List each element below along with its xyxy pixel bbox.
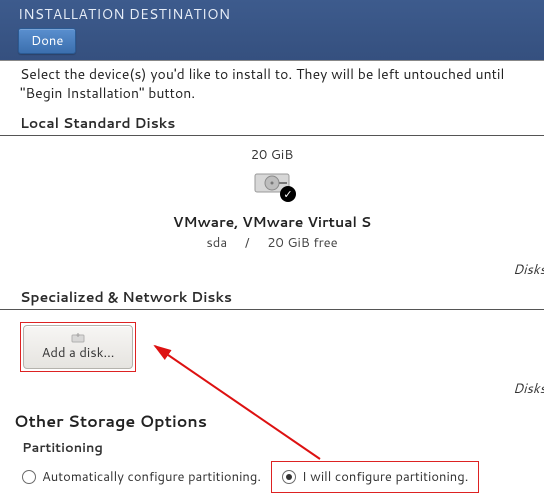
intro-text: Select the device(s) you'd like to insta…	[0, 61, 544, 109]
local-disks-area: 20 GiB VMware, VMware Virtual S sda / 20…	[0, 142, 544, 253]
done-button[interactable]: Done	[18, 28, 76, 54]
disk-item[interactable]: 20 GiB VMware, VMware Virtual S sda / 20…	[162, 146, 382, 252]
radio-manual-partition[interactable]: I will configure partitioning.	[282, 468, 468, 486]
oso-title: Other Storage Options	[14, 410, 526, 433]
page-title: INSTALLATION DESTINATION	[18, 4, 526, 24]
selected-check-icon	[280, 186, 296, 202]
header-bar: INSTALLATION DESTINATION Done	[0, 0, 544, 60]
radio-icon	[22, 470, 36, 484]
intro-line1: Select the device(s) you'd like to insta…	[20, 64, 504, 84]
hard-disk-icon	[252, 168, 292, 198]
partitioning-title: Partitioning	[14, 439, 526, 457]
disk-size: 20 GiB	[162, 146, 382, 164]
network-disks-heading: Specialized & Network Disks	[0, 283, 544, 310]
radio-auto-label: Automatically configure partitioning.	[42, 468, 261, 486]
highlight-manual-partition: I will configure partitioning.	[271, 461, 479, 493]
extra-space-row: I would like to make additional space av…	[14, 493, 526, 500]
network-disks-note: Disks	[0, 372, 544, 402]
intro-line2: "Begin Installation" button.	[20, 83, 195, 103]
radio-manual-label: I will configure partitioning.	[302, 468, 468, 486]
disk-dev: sda	[206, 234, 227, 252]
radio-auto-partition[interactable]: Automatically configure partitioning.	[22, 468, 261, 486]
local-disks-note: Disks	[0, 253, 544, 283]
add-disk-label: Add a disk...	[42, 344, 115, 362]
add-disk-row: Add a disk...	[0, 316, 544, 372]
add-disk-button[interactable]: Add a disk...	[23, 325, 133, 369]
disk-sep: /	[245, 234, 250, 252]
radio-icon	[282, 470, 296, 484]
disk-free: 20 GiB free	[267, 234, 337, 252]
partitioning-radios: Automatically configure partitioning. I …	[14, 461, 526, 493]
local-disks-heading: Local Standard Disks	[0, 109, 544, 136]
disk-name: VMware, VMware Virtual S	[162, 212, 382, 232]
highlight-add-disk: Add a disk...	[20, 322, 136, 372]
disk-plus-icon	[71, 331, 85, 343]
other-storage-options: Other Storage Options Partitioning Autom…	[0, 402, 544, 500]
disk-subinfo: sda / 20 GiB free	[162, 234, 382, 252]
content-area: Select the device(s) you'd like to insta…	[0, 60, 544, 500]
